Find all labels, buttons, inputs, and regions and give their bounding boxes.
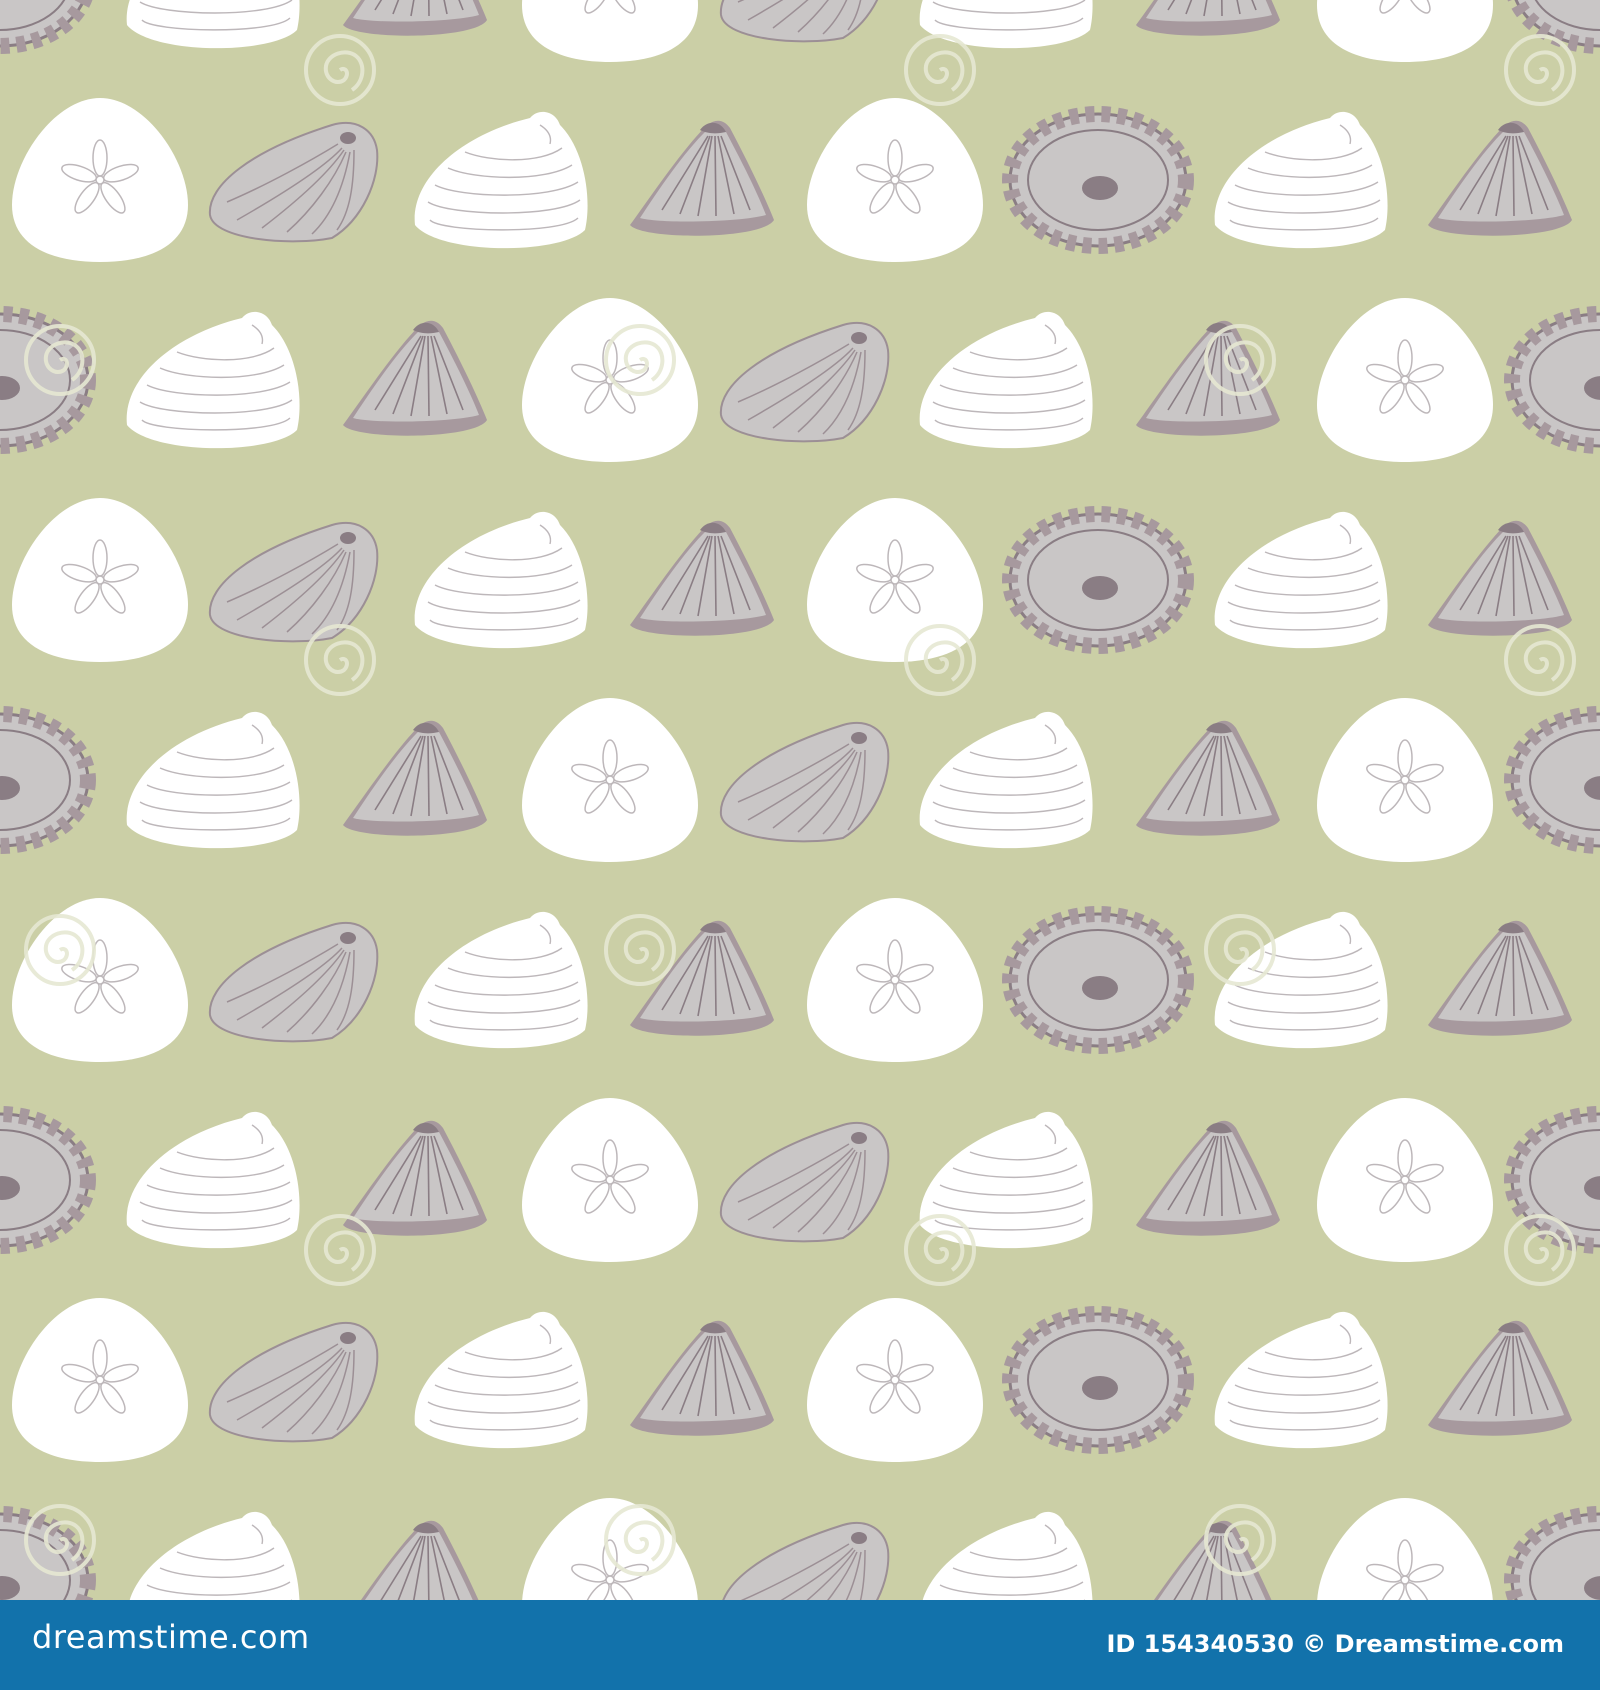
clam-shell bbox=[413, 511, 589, 649]
sanddollar-shell bbox=[1316, 297, 1494, 463]
cone-shell bbox=[342, 0, 488, 37]
limpet-shell bbox=[1010, 1314, 1186, 1446]
cone-shell bbox=[629, 119, 775, 237]
sanddollar-shell bbox=[521, 0, 699, 63]
cone-shell bbox=[1135, 1119, 1281, 1237]
sanddollar-shell bbox=[1316, 0, 1494, 63]
watermark-swirl-icon bbox=[1504, 624, 1576, 696]
cone-shell bbox=[1427, 119, 1573, 237]
clam-shell bbox=[125, 0, 301, 49]
watermark-swirl-icon bbox=[304, 34, 376, 106]
footer-credit: ID 154340530 © Dreamstime.com bbox=[1106, 1630, 1564, 1658]
cone-shell bbox=[1427, 1319, 1573, 1437]
clam-shell bbox=[413, 911, 589, 1049]
sanddollar-shell bbox=[806, 1297, 984, 1463]
mussel-shell bbox=[208, 121, 379, 243]
limpet-shell bbox=[1512, 714, 1600, 846]
cone-shell bbox=[342, 319, 488, 437]
clam-shell bbox=[918, 1111, 1094, 1249]
cone-shell bbox=[1427, 519, 1573, 637]
sanddollar-shell bbox=[806, 497, 984, 663]
cone-shell bbox=[1135, 719, 1281, 837]
mussel-shell bbox=[208, 921, 379, 1043]
limpet-shell bbox=[0, 714, 88, 846]
clam-shell bbox=[413, 111, 589, 249]
sanddollar-shell bbox=[11, 1297, 189, 1463]
watermark-swirl-icon bbox=[604, 914, 676, 986]
clam-shell bbox=[125, 311, 301, 449]
watermark-swirl-icon bbox=[1504, 34, 1576, 106]
limpet-shell bbox=[1010, 914, 1186, 1046]
clam-shell bbox=[1213, 511, 1389, 649]
clam-shell bbox=[918, 0, 1094, 49]
credit-footer: dreamstime.com ID 154340530 © Dreamstime… bbox=[0, 1600, 1600, 1690]
sanddollar-shell bbox=[1316, 697, 1494, 863]
limpet-shell bbox=[1010, 514, 1186, 646]
limpet-shell bbox=[1512, 1114, 1600, 1246]
sanddollar-shell bbox=[806, 897, 984, 1063]
cone-shell bbox=[342, 1119, 488, 1237]
cone-shell bbox=[629, 1319, 775, 1437]
sanddollar-shell bbox=[1316, 1097, 1494, 1263]
sanddollar-shell bbox=[11, 497, 189, 663]
sanddollar-shell bbox=[521, 697, 699, 863]
cone-shell bbox=[629, 919, 775, 1037]
clam-shell bbox=[125, 1111, 301, 1249]
sanddollar-shell bbox=[806, 97, 984, 263]
sanddollar-shell bbox=[1316, 1497, 1494, 1600]
cone-shell bbox=[629, 519, 775, 637]
limpet-shell bbox=[1512, 314, 1600, 446]
clam-shell bbox=[1213, 111, 1389, 249]
cone-shell bbox=[1427, 919, 1573, 1037]
cone-shell bbox=[1135, 319, 1281, 437]
clam-shell bbox=[918, 1511, 1094, 1600]
mussel-shell bbox=[719, 721, 890, 843]
mussel-shell bbox=[719, 1121, 890, 1243]
clam-shell bbox=[918, 311, 1094, 449]
seashell-pattern bbox=[0, 0, 1600, 1600]
footer-logo: dreamstime.com bbox=[32, 1618, 310, 1656]
limpet-shell bbox=[1010, 114, 1186, 246]
limpet-shell bbox=[0, 0, 88, 46]
mussel-shell bbox=[208, 1321, 379, 1443]
watermark-swirl-icon bbox=[304, 1214, 376, 1286]
mussel-shell bbox=[719, 321, 890, 443]
cone-shell bbox=[342, 1519, 488, 1600]
limpet-shell bbox=[1512, 1514, 1600, 1600]
watermark-swirl-icon bbox=[304, 624, 376, 696]
cone-shell bbox=[1135, 0, 1281, 37]
limpet-shell bbox=[0, 1114, 88, 1246]
mussel-shell bbox=[719, 0, 890, 43]
clam-shell bbox=[918, 711, 1094, 849]
cone-shell bbox=[342, 719, 488, 837]
clam-shell bbox=[1213, 1311, 1389, 1449]
mussel-shell bbox=[208, 521, 379, 643]
clam-shell bbox=[125, 711, 301, 849]
clam-shell bbox=[413, 1311, 589, 1449]
mussel-shell bbox=[719, 1521, 890, 1600]
clam-shell bbox=[125, 1511, 301, 1600]
sanddollar-shell bbox=[11, 97, 189, 263]
watermark-swirl-icon bbox=[904, 34, 976, 106]
sanddollar-shell bbox=[521, 1097, 699, 1263]
sanddollar-shell bbox=[521, 297, 699, 463]
